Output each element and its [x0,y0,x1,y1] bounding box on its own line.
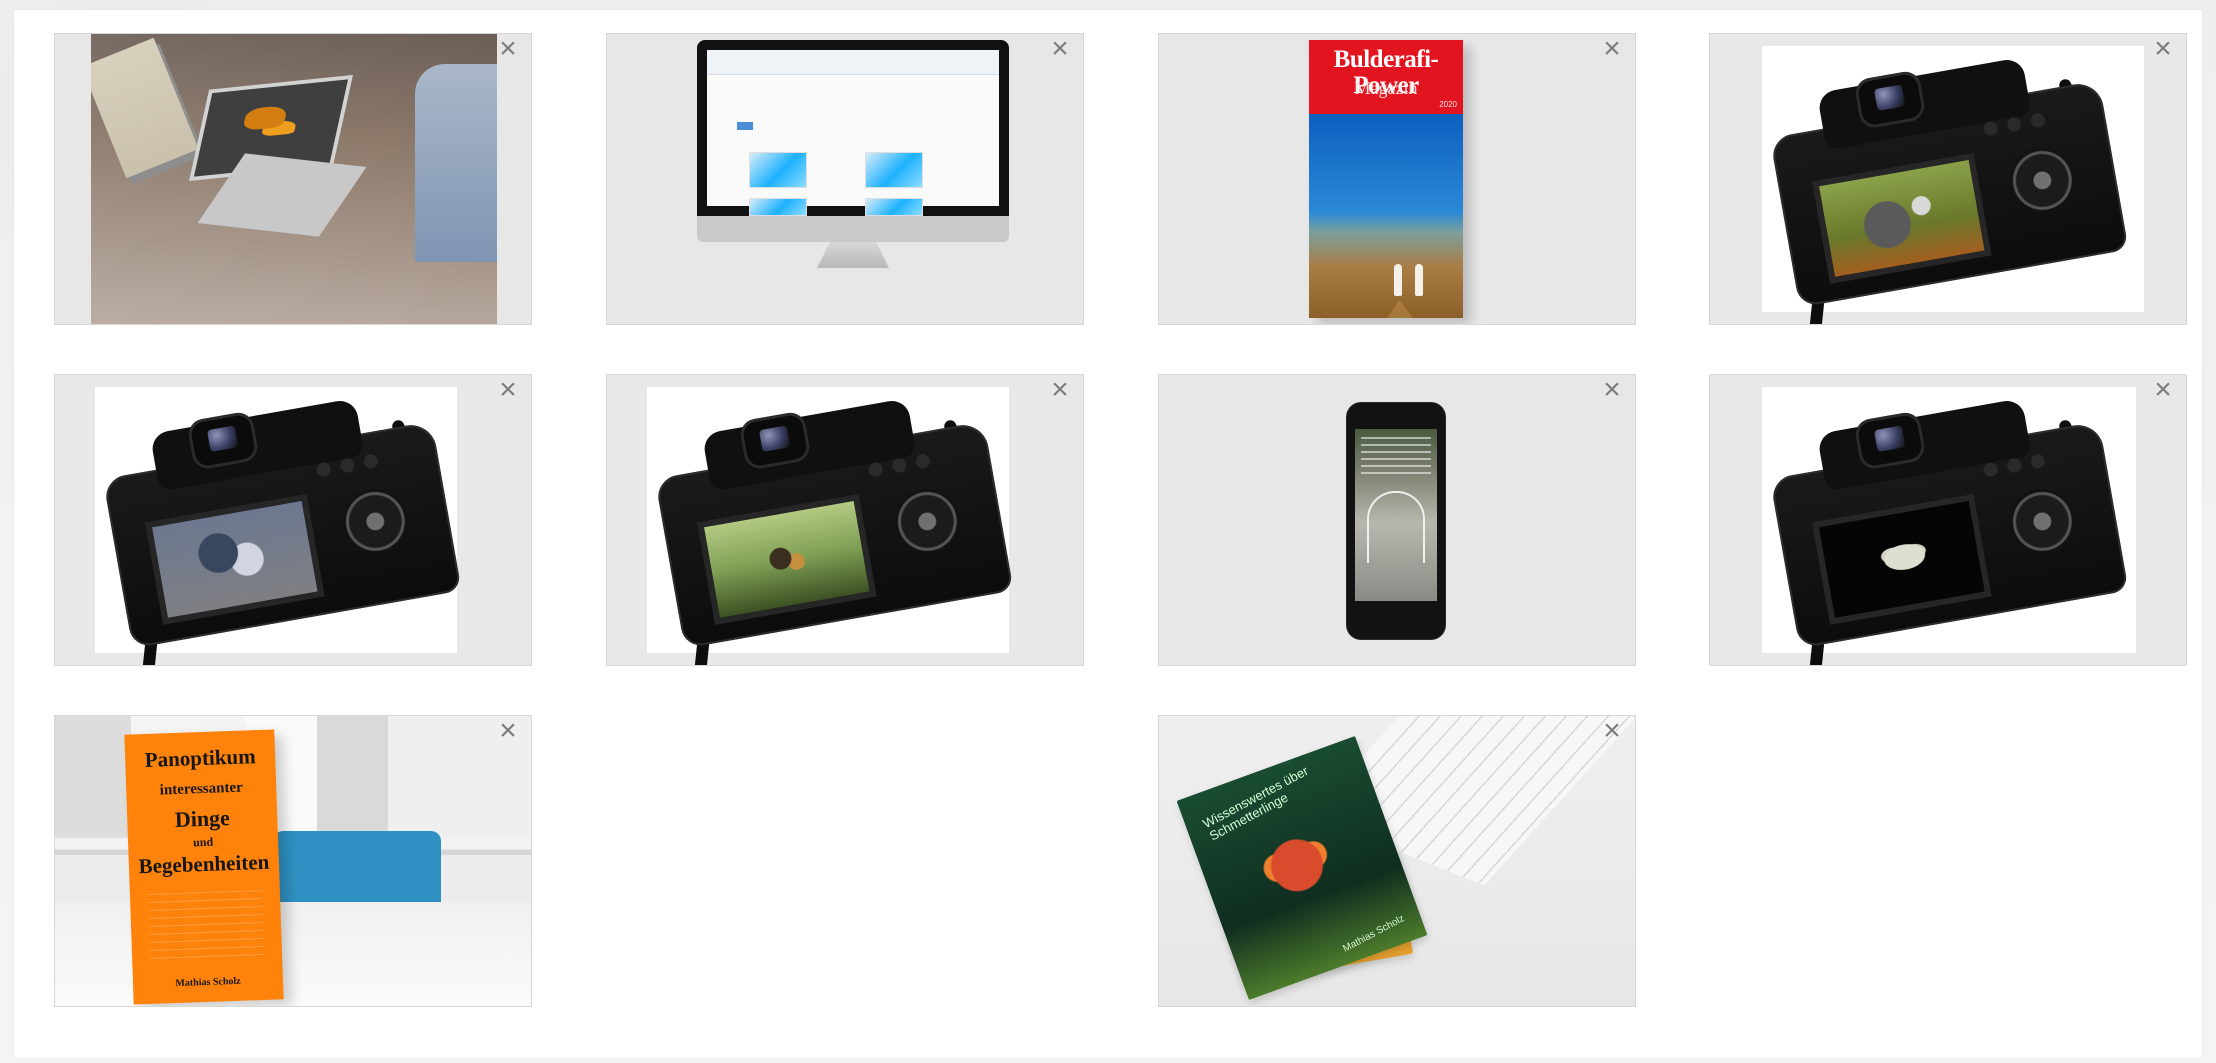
desk-surface [55,902,531,1006]
book-title-line-5: Begebenheiten [138,849,270,879]
monitor-header [707,50,999,75]
close-icon[interactable]: × [1047,34,1073,64]
wasp-image [1818,159,1985,277]
magazine-photo [1309,114,1463,318]
close-icon[interactable]: × [2150,375,2176,405]
gallery-tile-6[interactable]: × [606,374,1084,666]
camera-thumbnail [1762,387,2136,665]
monitor-card [865,198,923,216]
book-title-line-1: Panoptikum [144,744,257,772]
camera-thumbnail [1762,46,2144,324]
camera-image [648,380,1017,665]
monitor-button [737,122,753,130]
monitor-display [707,50,999,216]
magazine-header: Bulderafi-Power Magazin 2020 [1309,40,1463,114]
camera-eyepiece [1873,84,1906,111]
magazine-stack [91,37,199,179]
office-chair [273,831,441,905]
building-arch [1367,491,1425,563]
hoverfly-image [703,500,870,618]
close-icon[interactable]: × [495,375,521,405]
person-arm [415,64,497,262]
camera-thumbnail [647,387,1014,665]
gallery-tile-4[interactable]: × [1709,33,2187,325]
gallery-tile-3[interactable]: Bulderafi-Power Magazin 2020 × [1158,33,1636,325]
monitor-card [749,152,807,188]
monitor-card [865,152,923,188]
book-title: Wissenswertes über Schmetterlinge [1200,763,1311,844]
book-title-line-3: Dinge [174,805,231,832]
book-cover: Panoptikum interessanter Dinge und Begeb… [124,729,284,1005]
camera-image [1763,39,2132,324]
climber-figure [1415,264,1423,296]
camera-eyepiece [758,425,791,452]
gallery-tile-1[interactable]: × [54,33,532,325]
close-icon[interactable]: × [495,716,521,746]
close-icon[interactable]: × [495,34,521,64]
monitor-stand [817,242,889,268]
gallery-tile-8[interactable]: × [1709,374,2187,666]
laptop-thumbnail [55,34,531,324]
close-icon[interactable]: × [1599,34,1625,64]
moth-image [1818,500,1985,618]
monitor-chin [697,216,1009,242]
phone-text-lines [1361,437,1431,477]
monitor-mockup [697,40,1009,268]
book-text-lines [147,889,265,962]
close-icon[interactable]: × [2150,34,2176,64]
phone-mockup [1347,403,1445,639]
gallery-tile-2[interactable]: × [606,33,1084,325]
office-book-photo: Panoptikum interessanter Dinge und Begeb… [55,716,531,1006]
phone-screen [1355,429,1437,601]
book-cover: Wissenswertes über Schmetterlinge Mathia… [1176,735,1428,1001]
magazine-small-text: 2020 [1439,100,1457,109]
monitor-card [749,198,807,216]
gallery-tile-10[interactable]: Wissenswertes über Schmetterlinge Mathia… [1158,715,1636,1007]
climber-figure [1394,264,1402,296]
gallery-tile-7[interactable]: × [1158,374,1636,666]
magazine-subtitle: Magazin [1354,78,1418,98]
gallery-panel: × × Bulderafi-Power Magazin 2020 × × × ×… [14,10,2202,1058]
book-author: Mathias Scholz [175,975,241,990]
camera-thumbnail [95,387,462,665]
book-title-line-2: interessanter [159,779,244,799]
monitor-screen [697,40,1009,216]
close-icon[interactable]: × [1047,375,1073,405]
magazine-cover: Bulderafi-Power Magazin 2020 [1309,40,1463,318]
mountain-peak [1329,299,1443,318]
camera-eyepiece [1873,425,1906,452]
camera-image [96,380,465,665]
fly-image [151,500,318,618]
book-title-line-4: und [192,834,214,850]
camera-image [1763,380,2132,665]
laptop-photo [91,34,497,324]
gallery-tile-5[interactable]: × [54,374,532,666]
book-stack: Wissenswertes über Schmetterlinge Mathia… [1176,735,1453,1001]
gallery-tile-9[interactable]: Panoptikum interessanter Dinge und Begeb… [54,715,532,1007]
book-stack-photo: Wissenswertes über Schmetterlinge Mathia… [1159,716,1635,1006]
close-icon[interactable]: × [1599,716,1625,746]
camera-eyepiece [206,425,239,452]
close-icon[interactable]: × [1599,375,1625,405]
